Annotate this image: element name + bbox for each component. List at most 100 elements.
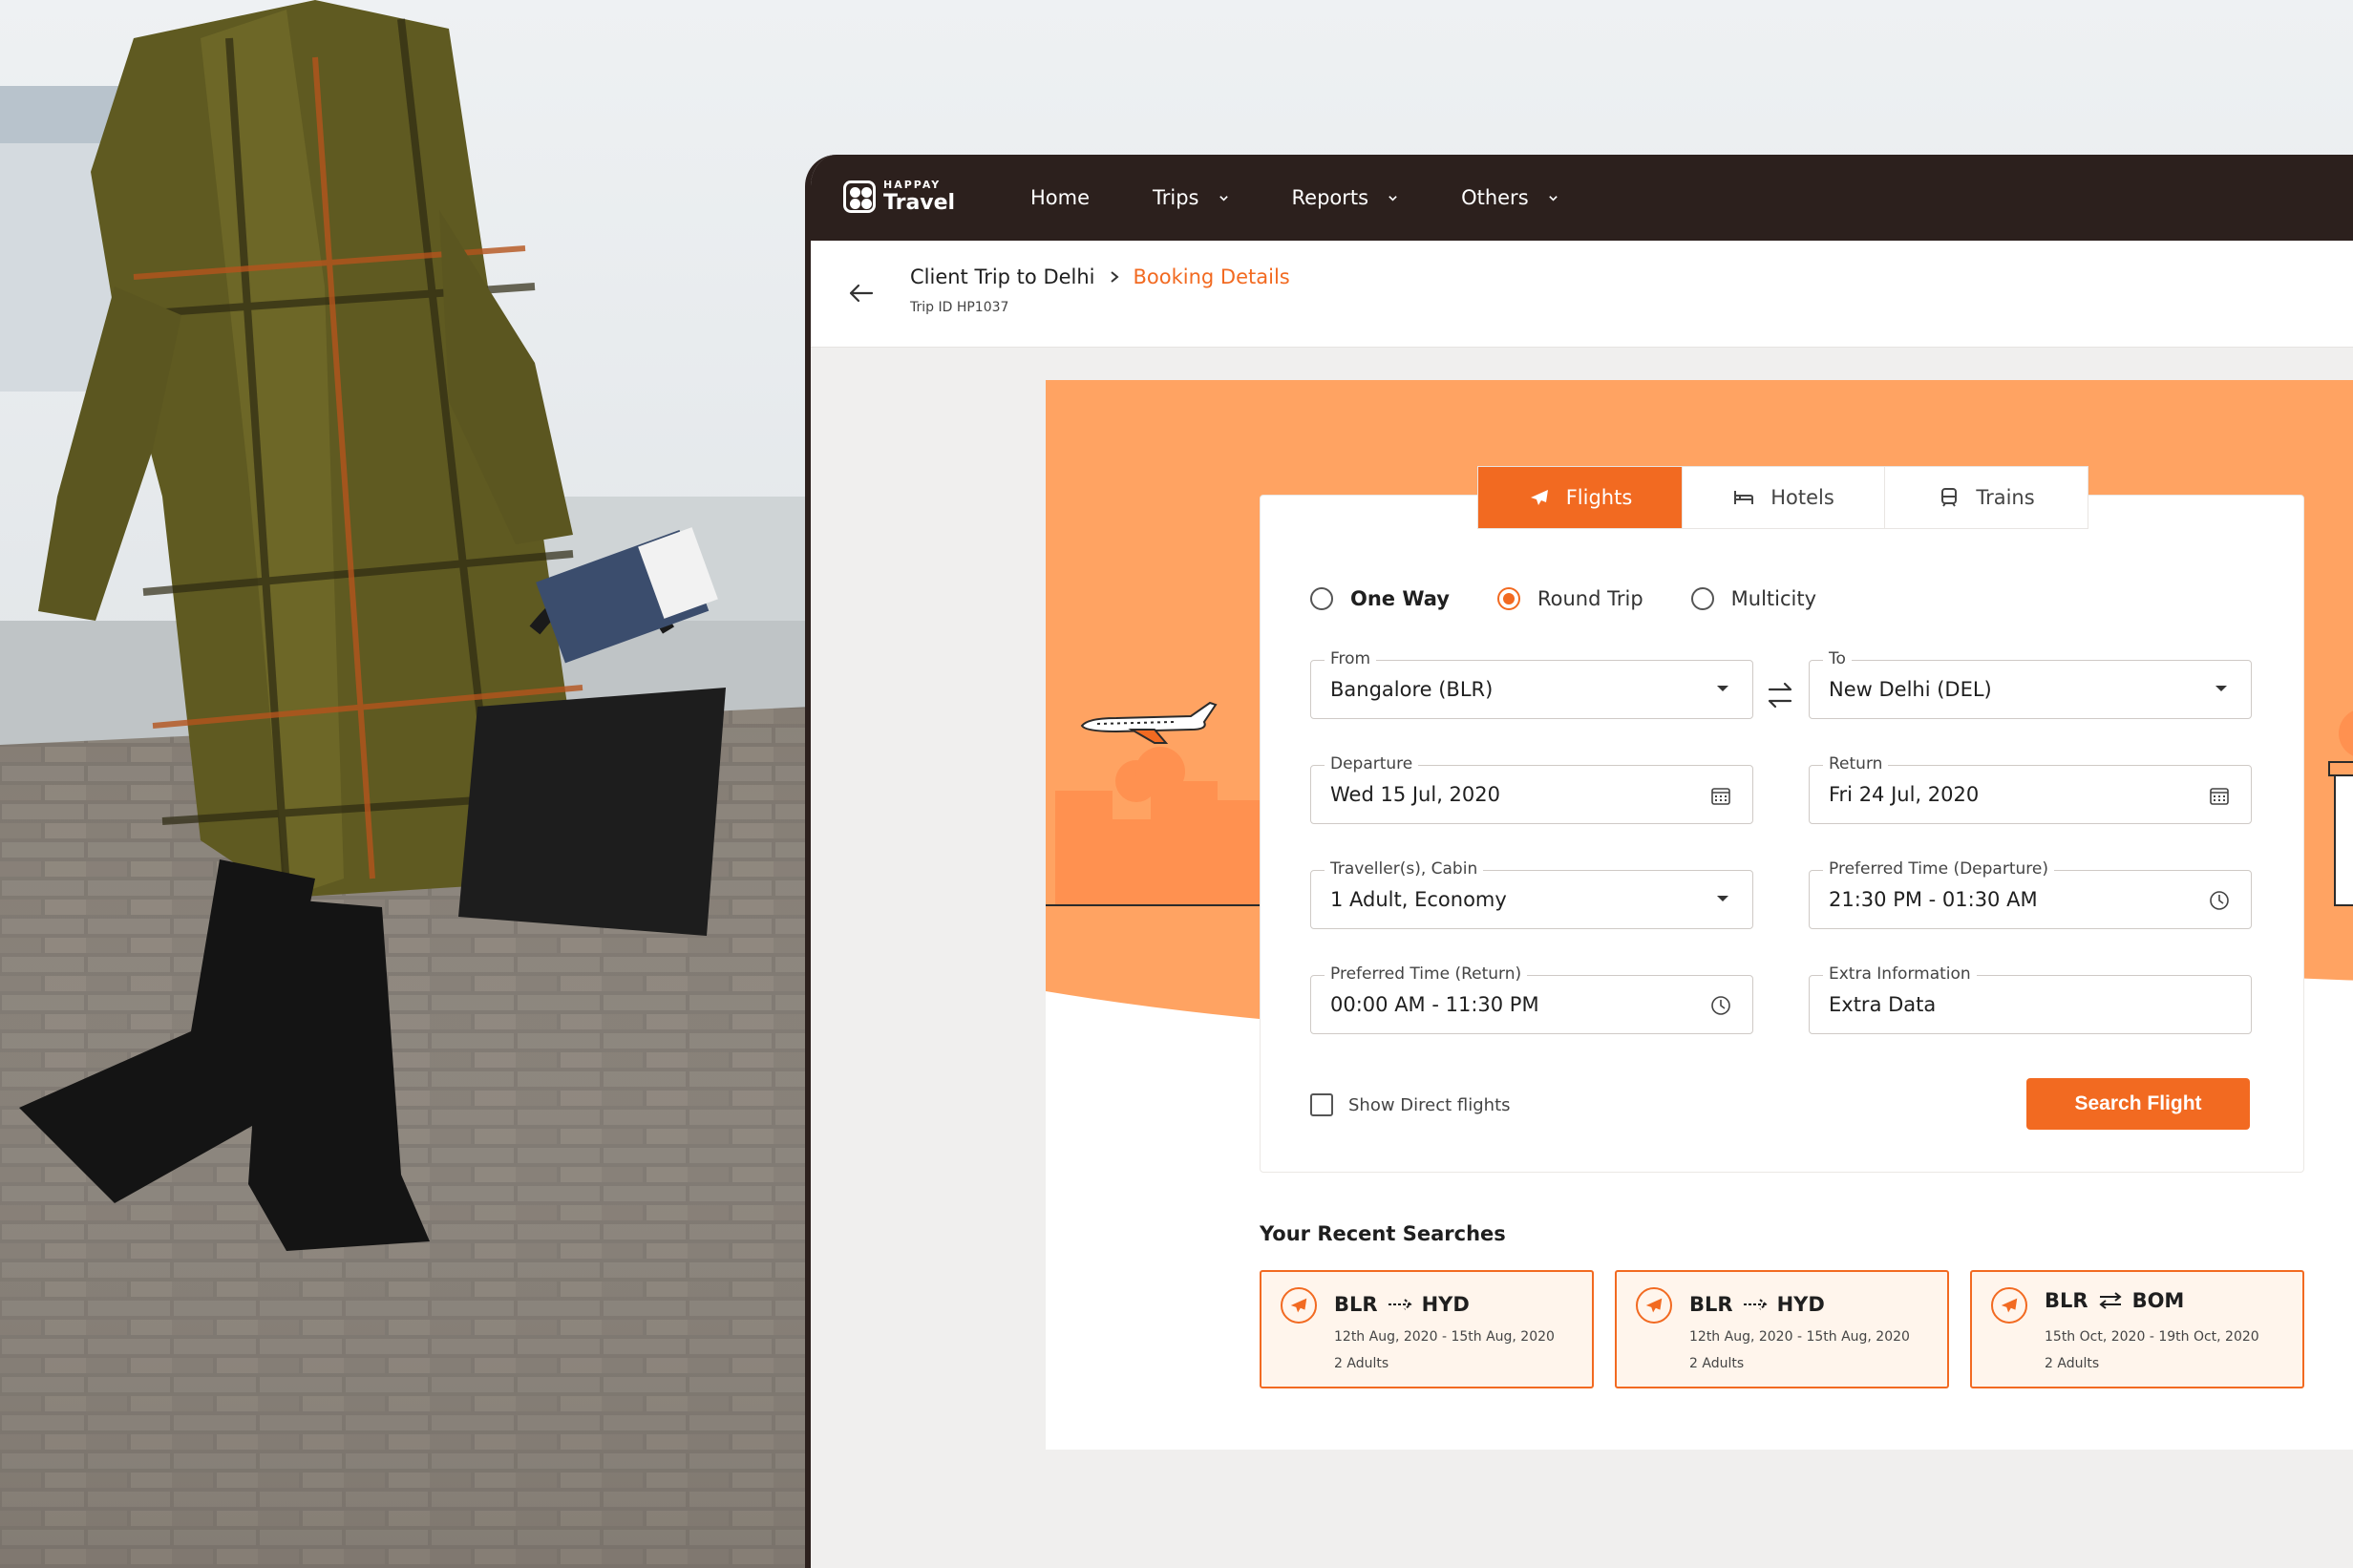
page-header: Client Trip to Delhi Booking Details Tri… [811, 241, 2353, 348]
route-to: HYD [1776, 1293, 1825, 1316]
preferred-time-return-field[interactable]: Preferred Time (Return) 00:00 AM - 11:30… [1310, 964, 1753, 1034]
radio-round-trip-label: Round Trip [1537, 587, 1643, 610]
extra-info-label: Extra Information [1823, 964, 1977, 984]
radio-button-selected [1497, 587, 1520, 610]
breadcrumb-current: Booking Details [1133, 265, 1290, 288]
booking-type-tabs: Flights Hotels Trains [1477, 466, 2088, 529]
route-from: BLR [1689, 1293, 1733, 1316]
nav-home-label: Home [1030, 186, 1091, 209]
departure-date-field[interactable]: Departure Wed 15 Jul, 2020 [1310, 754, 1753, 824]
swap-icon[interactable] [1764, 679, 1796, 711]
radio-multicity[interactable]: Multicity [1690, 587, 1817, 610]
train-icon [1941, 488, 1958, 507]
breadcrumb-parent[interactable]: Client Trip to Delhi [910, 265, 1095, 288]
tab-hotels[interactable]: Hotels [1683, 467, 1885, 528]
recent-route: BLR HYD [1334, 1293, 1470, 1316]
round-trip-arrows-icon [2098, 1292, 2122, 1309]
app-window: HAPPAY Travel Home Trips Reports Others [805, 155, 2353, 1568]
pref-return-value: 00:00 AM - 11:30 PM [1330, 993, 1539, 1016]
tab-hotels-label: Hotels [1770, 486, 1834, 509]
plane-icon [1530, 490, 1548, 505]
extra-info-value: Extra Data [1829, 993, 1937, 1016]
tab-flights[interactable]: Flights [1478, 467, 1683, 528]
nav-trips-label: Trips [1153, 186, 1199, 209]
from-label: From [1325, 649, 1377, 668]
pref-departure-label: Preferred Time (Departure) [1823, 859, 2054, 879]
trip-id: Trip ID HP1037 [910, 300, 1009, 315]
calendar-icon [2210, 788, 2229, 805]
top-navigation-bar: HAPPAY Travel Home Trips Reports Others [811, 155, 2353, 241]
to-value: New Delhi (DEL) [1829, 678, 1992, 701]
chevron-down-icon [1548, 195, 1558, 201]
search-flight-button[interactable]: Search Flight [2026, 1078, 2250, 1130]
from-value: Bangalore (BLR) [1330, 678, 1494, 701]
tab-trains-label: Trains [1976, 486, 2035, 509]
to-select[interactable]: To New Delhi (DEL) [1809, 649, 2252, 719]
breadcrumb: Client Trip to Delhi Booking Details [910, 265, 1290, 288]
departure-value: Wed 15 Jul, 2020 [1330, 783, 1500, 806]
show-direct-flights-checkbox[interactable]: Show Direct flights [1310, 1093, 1511, 1116]
travellers-cabin-select[interactable]: Traveller(s), Cabin 1 Adult, Economy [1310, 859, 1753, 929]
route-to: HYD [1421, 1293, 1470, 1316]
logo-icon [843, 180, 876, 213]
happay-travel-logo[interactable]: HAPPAY Travel [843, 180, 955, 214]
chevron-down-icon [1388, 195, 1397, 201]
preferred-time-departure-field[interactable]: Preferred Time (Departure) 21:30 PM - 01… [1809, 859, 2252, 929]
tab-flights-label: Flights [1565, 486, 1633, 509]
plane-icon [1636, 1287, 1672, 1324]
clock-icon [2210, 891, 2229, 910]
from-select[interactable]: From Bangalore (BLR) [1310, 649, 1753, 719]
recent-route: BLR BOM [2045, 1289, 2184, 1312]
caret-down-icon [2215, 686, 2227, 691]
recent-dates: 12th Aug, 2020 - 15th Aug, 2020 [1334, 1329, 1555, 1345]
radio-one-way-label: One Way [1350, 587, 1450, 610]
radio-round-trip[interactable]: Round Trip [1497, 587, 1643, 610]
recent-search-card[interactable]: BLR BOM 15th Oct, 2020 - 19th Oct, 2020 … [1970, 1270, 2304, 1388]
pref-departure-value: 21:30 PM - 01:30 AM [1829, 888, 2038, 911]
flight-search-form: One Way Round Trip Multicity From Bangal… [1260, 495, 2304, 1173]
radio-multicity-label: Multicity [1730, 587, 1817, 610]
pref-return-label: Preferred Time (Return) [1325, 964, 1528, 984]
radio-one-way[interactable]: One Way [1310, 587, 1450, 610]
arrow-right-icon [1388, 1299, 1412, 1310]
radio-button [1690, 587, 1714, 610]
return-label: Return [1823, 754, 1889, 773]
extra-information-field[interactable]: Extra Information Extra Data [1809, 964, 2252, 1034]
return-value: Fri 24 Jul, 2020 [1829, 783, 1980, 806]
logo-brand-name: Travel [883, 191, 956, 215]
recent-dates: 15th Oct, 2020 - 19th Oct, 2020 [2045, 1329, 2259, 1345]
travellers-label: Traveller(s), Cabin [1325, 859, 1484, 879]
nav-reports[interactable]: Reports [1292, 186, 1399, 209]
bed-icon [1734, 491, 1754, 504]
nav-trips[interactable]: Trips [1153, 186, 1228, 209]
route-to: BOM [2131, 1289, 2185, 1312]
travellers-value: 1 Adult, Economy [1330, 888, 1507, 911]
nav-reports-label: Reports [1291, 186, 1369, 209]
plane-icon [1281, 1287, 1317, 1324]
booking-panel: One Way Round Trip Multicity From Bangal… [1046, 380, 2353, 1450]
return-date-field[interactable]: Return Fri 24 Jul, 2020 [1809, 754, 2252, 824]
nav-others-label: Others [1461, 186, 1529, 209]
recent-passengers: 2 Adults [1689, 1356, 1745, 1371]
recent-searches-title: Your Recent Searches [1260, 1222, 1506, 1245]
caret-down-icon [1717, 896, 1728, 901]
recent-passengers: 2 Adults [2045, 1356, 2100, 1371]
recent-search-card[interactable]: BLR HYD 12th Aug, 2020 - 15th Aug, 2020 … [1260, 1270, 1594, 1388]
recent-route: BLR HYD [1689, 1293, 1825, 1316]
tab-trains[interactable]: Trains [1885, 467, 2088, 528]
back-arrow-icon[interactable] [847, 279, 876, 307]
departure-label: Departure [1325, 754, 1419, 773]
checkbox [1310, 1093, 1333, 1116]
chevron-down-icon [1219, 195, 1228, 201]
chevron-right-icon [1110, 271, 1119, 283]
recent-searches-list: BLR HYD 12th Aug, 2020 - 15th Aug, 2020 … [1260, 1270, 2325, 1388]
nav-others[interactable]: Others [1461, 186, 1558, 209]
route-from: BLR [2045, 1289, 2088, 1312]
nav-home[interactable]: Home [1030, 186, 1090, 209]
trip-type-options: One Way Round Trip Multicity [1310, 587, 1864, 610]
route-from: BLR [1334, 1293, 1378, 1316]
recent-dates: 12th Aug, 2020 - 15th Aug, 2020 [1689, 1329, 1910, 1345]
clock-icon [1711, 996, 1730, 1015]
logo-brand-small: HAPPAY [883, 179, 942, 191]
recent-search-card[interactable]: BLR HYD 12th Aug, 2020 - 15th Aug, 2020 … [1615, 1270, 1949, 1388]
